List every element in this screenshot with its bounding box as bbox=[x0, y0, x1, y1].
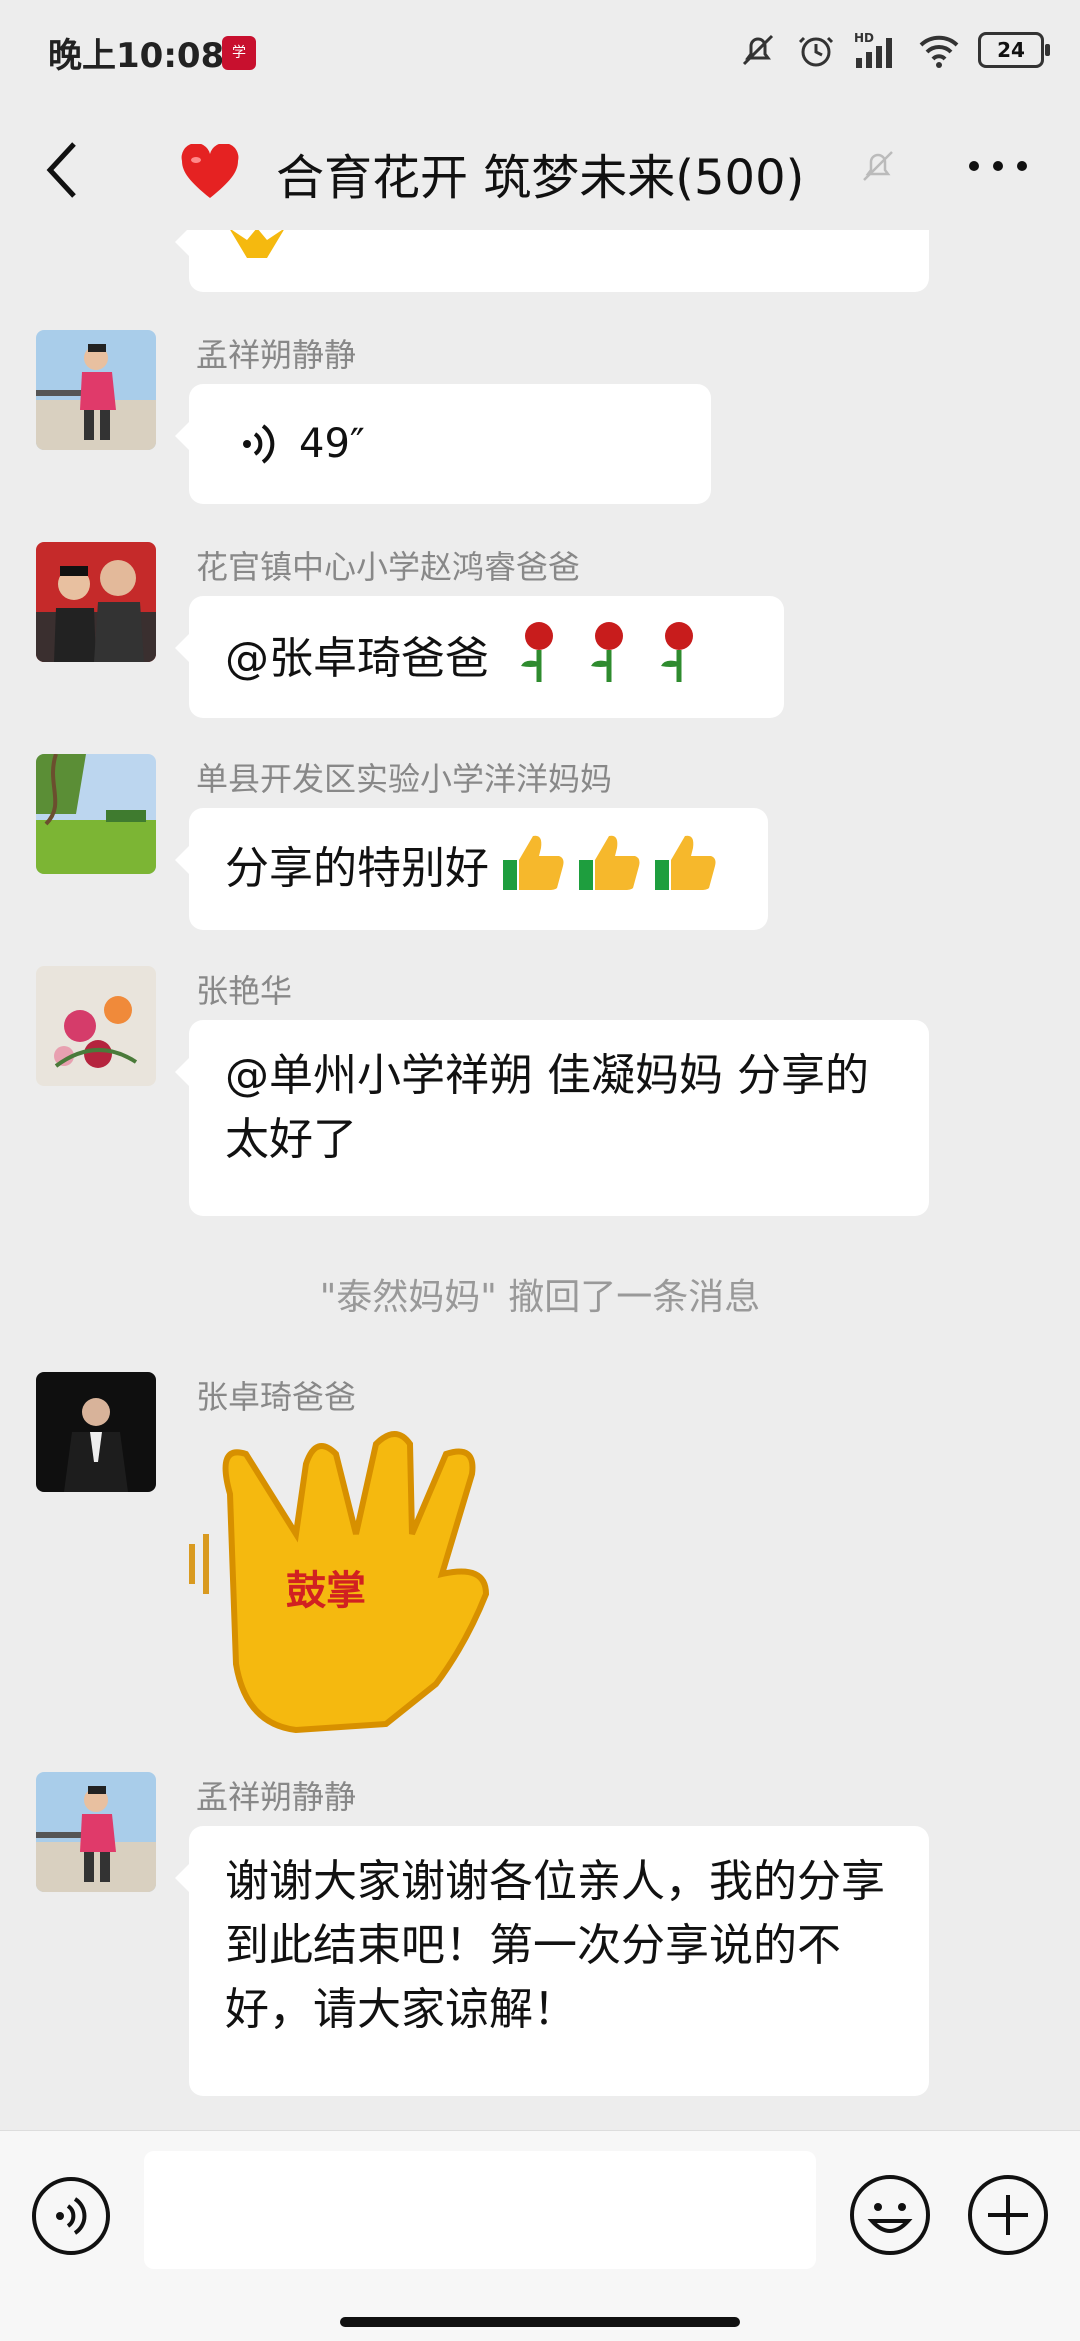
chat-title: 合育花开 筑梦未来(500) bbox=[276, 150, 805, 206]
signal-icon: HD bbox=[854, 31, 892, 68]
alarm-icon bbox=[798, 36, 834, 67]
status-time: 晚上10:08 bbox=[48, 36, 225, 76]
message-text: @单州小学祥朔 佳凝妈妈 分享的太好了 bbox=[225, 1050, 869, 1165]
app-notification-icon: 学 bbox=[222, 36, 256, 70]
avatar[interactable] bbox=[36, 1772, 156, 1892]
message-bubble[interactable]: @单州小学祥朔 佳凝妈妈 分享的太好了 bbox=[175, 1020, 929, 1216]
network-label: HD bbox=[854, 31, 874, 45]
voice-input-button[interactable] bbox=[30, 2175, 112, 2257]
voice-wave-icon bbox=[243, 424, 275, 464]
sender-name: 张艳华 bbox=[196, 972, 293, 1010]
recall-notice: "泰然妈妈" 撤回了一条消息 bbox=[319, 1277, 761, 1318]
rose-icon bbox=[591, 622, 623, 682]
sender-name: 花官镇中心小学赵鸿睿爸爸 bbox=[196, 548, 581, 586]
chat-header: 合育花开 筑梦未来(500) bbox=[0, 110, 1080, 230]
message-bubble[interactable]: @张卓琦爸爸 bbox=[175, 596, 784, 718]
clapping-hand-icon: 鼓掌 bbox=[189, 1431, 490, 1734]
message-bubble[interactable]: 谢谢大家谢谢各位亲人，我的分享到此结束吧！第一次分享说的不好，请大家谅解！ bbox=[175, 1826, 929, 2096]
battery-indicator: 24 bbox=[978, 32, 1050, 68]
more-actions-button[interactable] bbox=[966, 2173, 1050, 2257]
sticker-message[interactable]: 鼓掌 bbox=[186, 1424, 506, 1740]
chat-message-list[interactable]: 孟祥朔静静 49″ 花官镇中心小学赵鸿睿爸爸 @张卓琦爸爸 单县开发区实验小学洋… bbox=[0, 230, 1080, 2130]
thumbs-up-icon bbox=[503, 835, 564, 890]
message-text: 分享的特别好 bbox=[225, 843, 489, 894]
input-bar bbox=[0, 2130, 1080, 2341]
rose-emoji-group bbox=[511, 620, 707, 702]
muted-bell-icon bbox=[863, 151, 893, 181]
sender-name: 孟祥朔静静 bbox=[196, 336, 357, 374]
message-text: @张卓琦爸爸 bbox=[225, 633, 503, 684]
home-indicator[interactable] bbox=[340, 2317, 740, 2327]
emoji-button[interactable] bbox=[848, 2173, 932, 2257]
heart-icon bbox=[181, 144, 239, 198]
more-options-button[interactable] bbox=[962, 146, 1034, 186]
thumbs-up-icon bbox=[655, 835, 716, 890]
avatar[interactable] bbox=[36, 542, 156, 662]
avatar[interactable] bbox=[36, 754, 156, 874]
message-input[interactable] bbox=[144, 2151, 816, 2269]
thumbs-up-icon bbox=[579, 835, 640, 890]
sender-name: 孟祥朔静静 bbox=[196, 1778, 357, 1816]
status-icons: HD 24 bbox=[738, 28, 1050, 72]
voice-message-bubble[interactable]: 49″ bbox=[175, 384, 711, 504]
avatar[interactable] bbox=[36, 1372, 156, 1492]
sender-name: 单县开发区实验小学洋洋妈妈 bbox=[196, 760, 613, 798]
sender-name: 张卓琦爸爸 bbox=[196, 1378, 357, 1416]
rose-icon bbox=[661, 622, 693, 682]
mute-notification-icon bbox=[742, 34, 774, 66]
rose-icon bbox=[521, 622, 553, 682]
partial-emoji-icon bbox=[230, 230, 284, 258]
sticker-label: 鼓掌 bbox=[286, 1567, 366, 1614]
chat-title-group[interactable]: 合育花开 筑梦未来(500) bbox=[180, 138, 804, 208]
previous-message-bubble[interactable] bbox=[175, 230, 929, 292]
message-bubble[interactable]: 分享的特别好 bbox=[175, 808, 768, 930]
voice-duration: 49″ bbox=[299, 421, 365, 467]
avatar[interactable] bbox=[36, 330, 156, 450]
message-text: 谢谢大家谢谢各位亲人，我的分享到此结束吧！第一次分享说的不好，请大家谅解！ bbox=[225, 1856, 885, 2035]
back-button[interactable] bbox=[36, 136, 96, 204]
status-bar: 晚上10:08 学 HD 24 bbox=[0, 0, 1080, 100]
wifi-icon bbox=[919, 35, 959, 68]
thumbs-up-emoji-group bbox=[503, 832, 717, 910]
avatar[interactable] bbox=[36, 966, 156, 1086]
